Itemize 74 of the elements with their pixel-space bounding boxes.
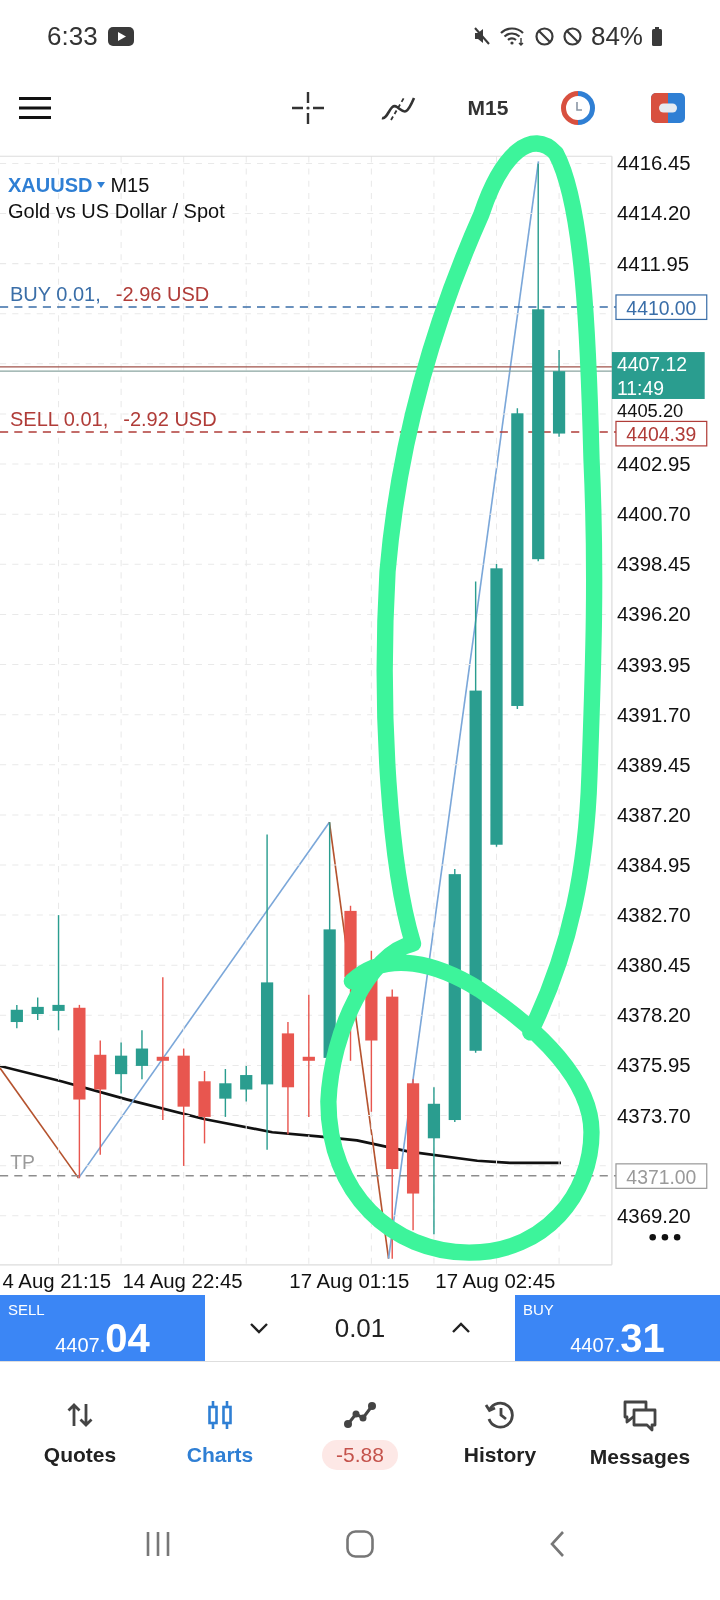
battery-icon: [652, 26, 662, 46]
candlestick: [10, 1004, 23, 1029]
price-tag: 4410.00: [615, 294, 708, 321]
price-axis-label: 4393.95: [617, 653, 691, 676]
nav-tab[interactable]: Charts: [150, 1362, 290, 1499]
candlestick: [219, 1068, 232, 1118]
crosshair-icon[interactable]: [291, 91, 325, 125]
caret-down-icon[interactable]: [97, 182, 106, 188]
line-chart-icon: [343, 1399, 377, 1431]
price-axis-label: 4389.45: [617, 753, 691, 776]
price-axis-label: 4414.20: [617, 202, 691, 225]
price-axis-label: 4400.70: [617, 503, 691, 526]
take-profit-label: TP: [10, 1151, 35, 1174]
buy-button[interactable]: BUY 4407.31: [515, 1295, 720, 1361]
home-icon[interactable]: [346, 1529, 374, 1558]
time-axis-label: 17 Aug 02:45: [435, 1270, 556, 1293]
symbol-label[interactable]: XAUUSD: [8, 172, 93, 198]
chevron-down-icon[interactable]: [249, 1322, 269, 1334]
price-tag: 4371.00: [615, 1163, 708, 1189]
candlestick: [115, 1041, 128, 1095]
nav-tab[interactable]: History: [430, 1362, 570, 1499]
volume-field[interactable]: 0.01: [334, 1312, 386, 1344]
wifi-icon: [499, 26, 526, 46]
chevron-up-icon[interactable]: [451, 1322, 471, 1334]
position-profit: -2.96 USD: [115, 281, 210, 306]
menu-icon[interactable]: [19, 97, 51, 119]
nav-tab[interactable]: Messages: [570, 1362, 710, 1499]
timeframe-label: M15: [110, 173, 150, 198]
history-icon: [483, 1399, 517, 1431]
price-axis-label: 4378.20: [617, 1004, 691, 1027]
clock-icon[interactable]: [561, 91, 595, 125]
video-play-icon: [107, 26, 134, 46]
mute-icon: [472, 26, 491, 46]
time-axis-label: 14 Aug 22:45: [122, 1270, 243, 1293]
timeframe-button[interactable]: M15: [467, 96, 509, 120]
block-icon: [534, 26, 554, 46]
price-axis-label: 4380.45: [617, 954, 691, 977]
status-time: 6:33: [47, 20, 98, 52]
price-tag: 4404.39: [615, 420, 708, 447]
price-axis-label: 4391.70: [617, 703, 691, 726]
position-label: BUY 0.01,: [10, 281, 101, 306]
chat-bubbles-icon: [622, 1399, 658, 1433]
price-axis-label: 4382.70: [617, 904, 691, 927]
price-axis-label: 4387.20: [617, 803, 691, 826]
price-axis-label: 4398.45: [617, 553, 691, 576]
position-profit: -2.92 USD: [123, 406, 217, 431]
price-axis-label: 4416.45: [617, 152, 691, 175]
price-axis-label: 4369.20: [617, 1204, 691, 1227]
position-label: SELL 0.01,: [10, 406, 109, 431]
more-icon[interactable]: [649, 1234, 681, 1241]
time-axis-label: 17 Aug 01:15: [289, 1270, 410, 1293]
price-axis-label: 4396.20: [617, 603, 691, 626]
battery-percent: 84%: [590, 20, 643, 52]
candlestick: [135, 1029, 149, 1080]
candlestick: [31, 996, 44, 1021]
time-axis-label: 4 Aug 21:15: [2, 1270, 112, 1293]
price-axis-label: 4384.95: [617, 854, 691, 876]
price-axis-label: 4375.95: [617, 1054, 691, 1077]
current-price-label: 4407.12: [617, 353, 687, 376]
back-icon[interactable]: [549, 1529, 565, 1558]
nav-tab[interactable]: Quotes: [10, 1362, 150, 1499]
symbol-description: Gold vs US Dollar / Spot: [8, 199, 225, 224]
recent-apps-icon[interactable]: [145, 1530, 171, 1557]
nav-tab[interactable]: -5.88: [290, 1362, 430, 1499]
profit-badge: -5.88: [322, 1440, 398, 1470]
block-icon: [562, 26, 582, 46]
price-axis-label: 4411.95: [617, 252, 690, 275]
price-axis-label: 4373.70: [617, 1104, 691, 1127]
countdown-label: 11:49: [617, 376, 664, 399]
candlestick: [240, 1065, 253, 1103]
split-square-icon[interactable]: [651, 93, 685, 123]
price-axis-label: 4405.20: [617, 399, 684, 421]
price-axis-label: 4402.95: [617, 453, 691, 476]
sell-button[interactable]: SELL 4407.04: [0, 1295, 205, 1361]
